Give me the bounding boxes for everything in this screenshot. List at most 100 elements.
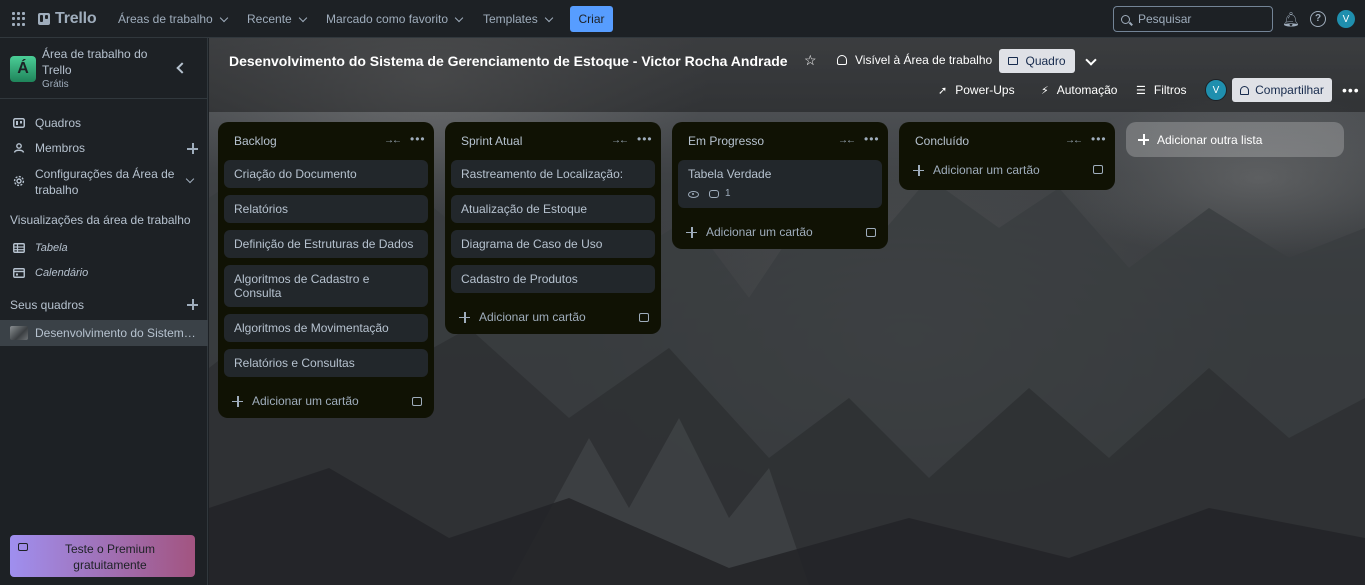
card[interactable]: Rastreamento de Localização:	[451, 160, 655, 188]
board-title[interactable]: Desenvolvimento do Sistema de Gerenciame…	[229, 53, 788, 69]
sidebar-item-table[interactable]: Tabela	[0, 240, 208, 256]
premium-label: Teste o Premium gratuitamente	[64, 542, 156, 572]
share-label: Compartilhar	[1255, 83, 1324, 97]
automation-button[interactable]: ⚡︎ Automação	[1041, 83, 1117, 97]
member-avatar[interactable]: V	[1205, 79, 1227, 101]
add-card-label: Adicionar um cartão	[706, 225, 813, 239]
app-switcher-icon[interactable]	[12, 12, 26, 26]
sidebar-item-boards[interactable]: Quadros	[0, 114, 208, 132]
list-menu-icon[interactable]: •••	[864, 132, 880, 146]
plus-icon	[913, 164, 924, 176]
chevron-down-icon	[298, 13, 307, 22]
add-board-icon[interactable]	[187, 299, 198, 310]
list-title[interactable]: Concluído	[915, 134, 969, 148]
workspace-plan: Grátis	[42, 79, 69, 90]
search-input[interactable]: Pesquisar	[1113, 6, 1273, 32]
menu-templates[interactable]: Templates	[483, 12, 553, 26]
add-list-label: Adicionar outra lista	[1157, 132, 1263, 147]
card[interactable]: Cadastro de Produtos	[451, 265, 655, 293]
card[interactable]: Criação do Documento	[224, 160, 428, 188]
list-title[interactable]: Em Progresso	[688, 134, 764, 148]
visibility-button[interactable]: Visível à Área de trabalho	[837, 53, 992, 67]
watching-icon	[688, 190, 699, 198]
comment-icon	[709, 190, 719, 198]
workspace-avatar: Á	[10, 56, 36, 82]
menu-starred[interactable]: Marcado como favorito	[326, 12, 464, 26]
collapse-sidebar-icon[interactable]	[176, 62, 188, 74]
help-icon[interactable]: ?	[1310, 11, 1326, 27]
comment-count: 1	[725, 188, 731, 199]
share-button[interactable]: Compartilhar	[1232, 78, 1332, 102]
board-view-button[interactable]: Quadro	[999, 49, 1075, 73]
account-avatar[interactable]: V	[1337, 10, 1355, 28]
card[interactable]: Algoritmos de Movimentação	[224, 314, 428, 342]
sidebar-item-label: Calendário	[35, 267, 89, 279]
card[interactable]: Atualização de Estoque	[451, 195, 655, 223]
list-menu-icon[interactable]: •••	[637, 132, 653, 146]
add-card-button[interactable]: Adicionar um cartão	[899, 156, 1115, 184]
create-button[interactable]: Criar	[570, 6, 613, 32]
add-card-label: Adicionar um cartão	[479, 310, 586, 324]
add-member-icon[interactable]	[187, 143, 198, 154]
filters-button[interactable]: ☰ Filtros	[1136, 83, 1187, 97]
list-title[interactable]: Sprint Atual	[461, 134, 522, 148]
card[interactable]: Algoritmos de Cadastro e Consulta	[224, 265, 428, 307]
powerups-button[interactable]: ➚ Power-Ups	[938, 83, 1015, 97]
premium-trial-button[interactable]: Teste o Premium gratuitamente	[10, 535, 195, 577]
chevron-down-icon[interactable]	[185, 174, 195, 184]
card-template-icon[interactable]	[412, 397, 422, 406]
list-header: Concluído →← •••	[899, 122, 1115, 160]
card[interactable]: Tabela Verdade 1	[678, 160, 882, 208]
collapse-list-icon[interactable]: →←	[838, 135, 856, 146]
collapse-list-icon[interactable]: →←	[1065, 135, 1083, 146]
menu-workspaces[interactable]: Áreas de trabalho	[118, 12, 228, 26]
gear-icon	[13, 175, 25, 187]
list-header: Backlog →← •••	[218, 122, 434, 160]
list-title[interactable]: Backlog	[234, 134, 277, 148]
plus-icon	[459, 311, 470, 323]
list-menu-icon[interactable]: •••	[1091, 132, 1107, 146]
list-sprint-atual: Sprint Atual →← ••• Rastreamento de Loca…	[445, 122, 661, 334]
menu-recent-label: Recente	[247, 12, 292, 26]
board-header: Desenvolvimento do Sistema de Gerenciame…	[209, 38, 1365, 112]
sidebar-item-settings[interactable]: Configurações da Área de trabalho	[0, 166, 208, 198]
workspace-name[interactable]: Área de trabalho do Trello	[42, 46, 162, 78]
sidebar-item-members[interactable]: Membros	[0, 139, 208, 157]
sidebar-board-item[interactable]: Desenvolvimento do Sistema de Gerenciame…	[0, 320, 208, 346]
star-icon[interactable]: ☆	[804, 52, 817, 69]
card[interactable]: Relatórios e Consultas	[224, 349, 428, 377]
visibility-label: Visível à Área de trabalho	[855, 53, 993, 67]
chevron-down-icon[interactable]	[1085, 54, 1097, 66]
add-card-button[interactable]: Adicionar um cartão	[445, 300, 661, 334]
board-canvas: Desenvolvimento do Sistema de Gerenciame…	[209, 38, 1365, 585]
add-card-button[interactable]: Adicionar um cartão	[218, 384, 434, 418]
workspace-sidebar: Á Área de trabalho do Trello Grátis Quad…	[0, 38, 208, 585]
chevron-down-icon	[219, 13, 228, 22]
collapse-list-icon[interactable]: →←	[611, 135, 629, 146]
card[interactable]: Diagrama de Caso de Uso	[451, 230, 655, 258]
menu-recent[interactable]: Recente	[247, 12, 307, 26]
add-list-button[interactable]: Adicionar outra lista	[1126, 122, 1344, 157]
notifications-icon[interactable]: 🔔︎	[1282, 11, 1300, 27]
trello-logo[interactable]: Trello	[38, 10, 97, 28]
sidebar-board-label: Desenvolvimento do Sistema de Gerenciame…	[35, 326, 197, 340]
add-card-button[interactable]: Adicionar um cartão	[672, 215, 888, 249]
card-template-icon[interactable]	[639, 313, 649, 322]
rocket-icon: ➚	[938, 84, 948, 97]
list-menu-icon[interactable]: •••	[410, 132, 426, 146]
collapse-list-icon[interactable]: →←	[384, 135, 402, 146]
top-navigation-bar: Trello Áreas de trabalho Recente Marcado…	[0, 0, 1365, 38]
board-view-icon	[1008, 57, 1019, 65]
board-icon	[13, 118, 25, 128]
chevron-down-icon	[454, 13, 464, 22]
card-template-icon[interactable]	[1093, 165, 1103, 174]
list-em-progresso: Em Progresso →← ••• Tabela Verdade 1 Adi…	[672, 122, 888, 249]
card[interactable]: Definição de Estruturas de Dados	[224, 230, 428, 258]
your-boards-heading: Seus quadros	[10, 298, 85, 312]
menu-templates-label: Templates	[483, 12, 538, 26]
plus-icon	[232, 395, 243, 407]
sidebar-item-calendar[interactable]: Calendário	[0, 265, 208, 281]
card[interactable]: Relatórios	[224, 195, 428, 223]
card-template-icon[interactable]	[866, 228, 876, 237]
more-options-icon[interactable]: •••	[1342, 82, 1360, 98]
